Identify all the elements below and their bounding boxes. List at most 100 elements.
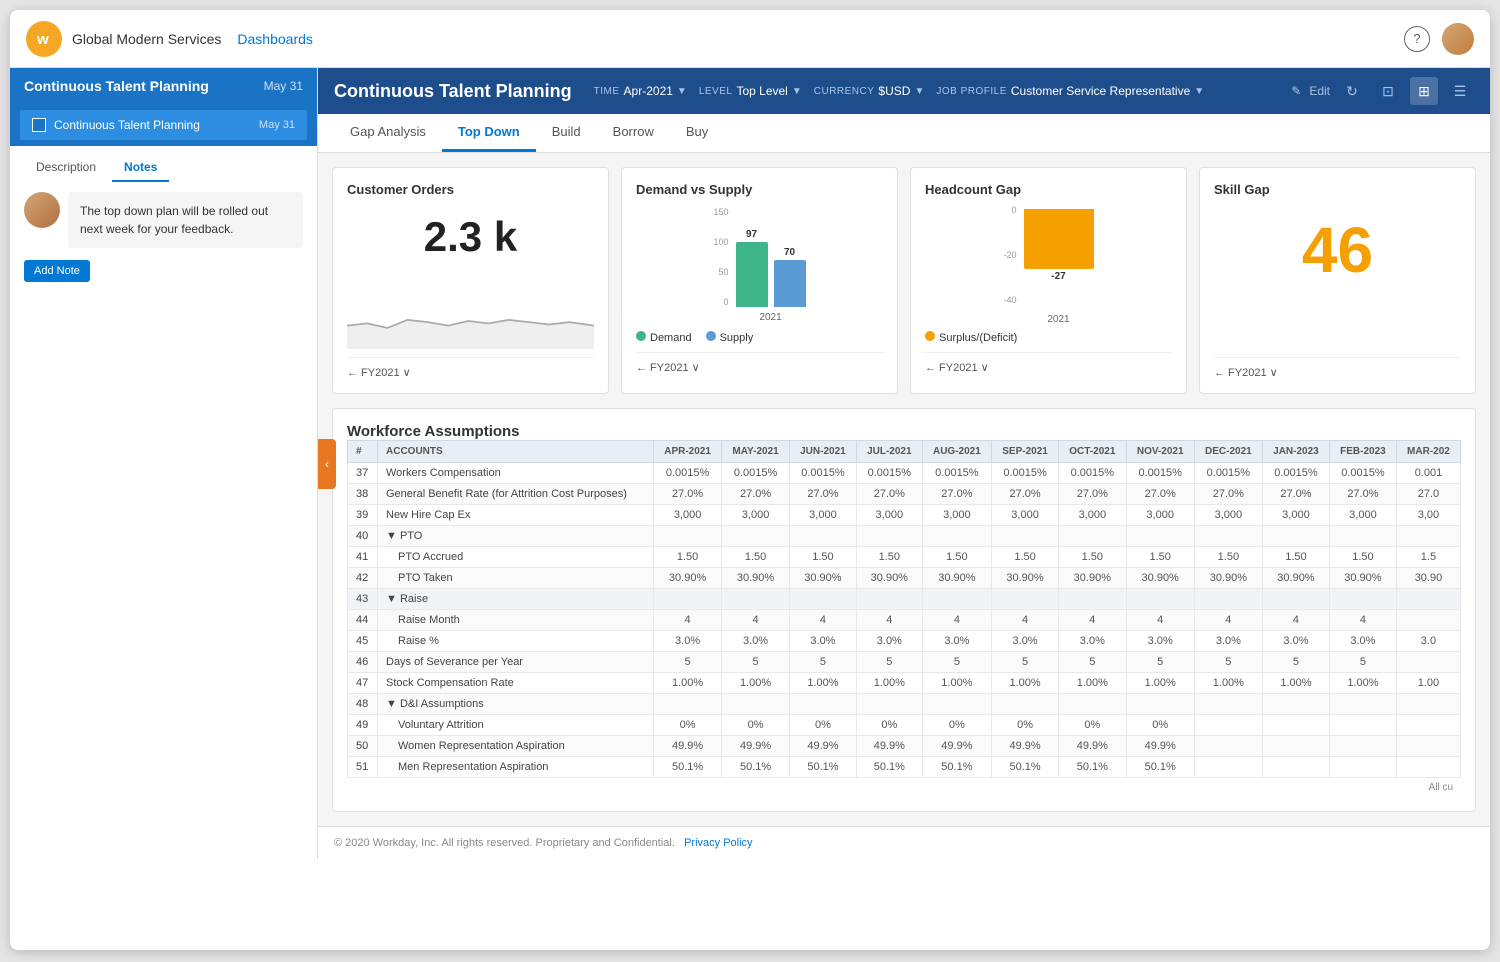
row-cell (992, 526, 1059, 547)
sidebar-item-label: Continuous Talent Planning (54, 118, 251, 132)
pencil-icon[interactable]: ✎ (1291, 84, 1301, 98)
headcount-footer[interactable]: ← FY2021 ∨ (925, 352, 1172, 374)
row-cell (1329, 736, 1396, 757)
help-icon[interactable]: ? (1404, 26, 1430, 52)
y-50: 50 (713, 267, 728, 277)
row-cell: 27.0 (1396, 484, 1460, 505)
row-cell: 3,000 (1126, 505, 1194, 526)
row-cell: 1.00% (922, 673, 991, 694)
row-cell: 1.00% (654, 673, 722, 694)
row-cell (654, 526, 722, 547)
row-num: 42 (348, 568, 378, 589)
row-cell: 0% (654, 715, 722, 736)
row-cell: 5 (1262, 652, 1329, 673)
skill-gap-footer-text: ← FY2021 ∨ (1214, 366, 1278, 379)
row-account: Raise Month (378, 610, 654, 631)
row-cell: 49.9% (856, 736, 922, 757)
grid-icon[interactable]: ⊞ (1410, 77, 1438, 105)
row-cell: 0.0015% (992, 463, 1059, 484)
tab-borrow[interactable]: Borrow (597, 114, 670, 152)
job-profile-value[interactable]: Customer Service Representative (1011, 84, 1190, 98)
row-cell (922, 589, 991, 610)
dashboards-link[interactable]: Dashboards (237, 31, 313, 47)
tab-build[interactable]: Build (536, 114, 597, 152)
time-value[interactable]: Apr-2021 (624, 84, 673, 98)
row-num: 37 (348, 463, 378, 484)
headcount-legend-item: Surplus/(Deficit) (925, 331, 1017, 344)
row-cell (722, 526, 790, 547)
row-account: Stock Compensation Rate (378, 673, 654, 694)
left-sidebar: Continuous Talent Planning May 31 Contin… (10, 68, 318, 859)
row-cell: 49.9% (722, 736, 790, 757)
row-cell: 5 (1059, 652, 1127, 673)
workforce-table-wrapper[interactable]: # ACCOUNTS APR-2021 MAY-2021 JUN-2021 JU… (347, 440, 1461, 797)
user-avatar[interactable] (1442, 23, 1474, 55)
row-cell: 0% (922, 715, 991, 736)
table-row: 39New Hire Cap Ex3,0003,0003,0003,0003,0… (348, 505, 1461, 526)
currency-value[interactable]: $USD (878, 84, 910, 98)
kpi-demand-supply-title: Demand vs Supply (636, 182, 883, 197)
sidebar-item[interactable]: Continuous Talent Planning May 31 (20, 110, 307, 140)
supply-bar (774, 260, 806, 307)
row-cell: 1.00% (992, 673, 1059, 694)
workday-logo[interactable]: w (26, 21, 62, 57)
row-cell (1059, 589, 1127, 610)
kpi-headcount-title: Headcount Gap (925, 182, 1172, 197)
skill-gap-footer[interactable]: ← FY2021 ∨ (1214, 357, 1461, 379)
table-row: 45Raise %3.0%3.0%3.0%3.0%3.0%3.0%3.0%3.0… (348, 631, 1461, 652)
y-0: 0 (713, 297, 728, 307)
row-cell: 1.5 (1396, 547, 1460, 568)
tab-notes[interactable]: Notes (112, 154, 169, 182)
row-cell (1396, 715, 1460, 736)
level-value[interactable]: Top Level (736, 84, 787, 98)
filter-level[interactable]: LEVEL Top Level ▼ (699, 84, 802, 98)
row-cell (1396, 757, 1460, 778)
row-cell: 3,000 (992, 505, 1059, 526)
table-row: 38General Benefit Rate (for Attrition Co… (348, 484, 1461, 505)
tab-buy[interactable]: Buy (670, 114, 724, 152)
row-cell: 4 (789, 610, 856, 631)
row-cell: 3.0% (654, 631, 722, 652)
edit-label[interactable]: Edit (1309, 84, 1330, 98)
demand-supply-footer[interactable]: ← FY2021 ∨ (636, 352, 883, 374)
svg-text:w: w (36, 31, 49, 48)
kpi-skill-gap-value: 46 (1214, 213, 1461, 287)
row-cell (992, 694, 1059, 715)
tab-description[interactable]: Description (24, 154, 108, 182)
filter-time[interactable]: TIME Apr-2021 ▼ (594, 84, 687, 98)
refresh-icon[interactable]: ↻ (1338, 77, 1366, 105)
row-num: 38 (348, 484, 378, 505)
sidebar-checkbox[interactable] (32, 118, 46, 132)
row-account: General Benefit Rate (for Attrition Cost… (378, 484, 654, 505)
row-cell: 5 (856, 652, 922, 673)
filter-currency[interactable]: CURRENCY $USD ▼ (814, 84, 925, 98)
row-cell: 1.00% (722, 673, 790, 694)
row-cell: 27.0% (722, 484, 790, 505)
row-cell: 50.1% (1059, 757, 1127, 778)
camera-icon[interactable]: ⊡ (1374, 77, 1402, 105)
row-cell: 0.0015% (722, 463, 790, 484)
headcount-bar (1024, 209, 1094, 269)
tab-gap-analysis[interactable]: Gap Analysis (334, 114, 442, 152)
note-bubble: The top down plan will be rolled out nex… (68, 192, 303, 248)
row-num: 47 (348, 673, 378, 694)
tab-top-down[interactable]: Top Down (442, 114, 536, 152)
row-cell: 1.00% (856, 673, 922, 694)
col-jun2021: JUN-2021 (789, 441, 856, 463)
job-profile-label: JOB PROFILE (936, 86, 1007, 97)
privacy-link[interactable]: Privacy Policy (684, 837, 752, 849)
table-row: 42PTO Taken30.90%30.90%30.90%30.90%30.90… (348, 568, 1461, 589)
collapse-toggle[interactable]: ‹ (318, 439, 336, 489)
list-icon[interactable]: ☰ (1446, 77, 1474, 105)
row-cell: 0.0015% (1262, 463, 1329, 484)
filter-job-profile[interactable]: JOB PROFILE Customer Service Representat… (936, 84, 1204, 98)
row-cell (1396, 589, 1460, 610)
add-note-button[interactable]: Add Note (24, 260, 90, 282)
row-cell: 5 (1194, 652, 1262, 673)
row-cell: 0.0015% (789, 463, 856, 484)
app-frame: w Global Modern Services Dashboards ? Co… (10, 10, 1490, 950)
row-cell (1329, 526, 1396, 547)
hc-y-40: -40 (1003, 295, 1016, 305)
row-cell (1329, 757, 1396, 778)
customer-orders-footer[interactable]: ← FY2021 ∨ (347, 357, 594, 379)
